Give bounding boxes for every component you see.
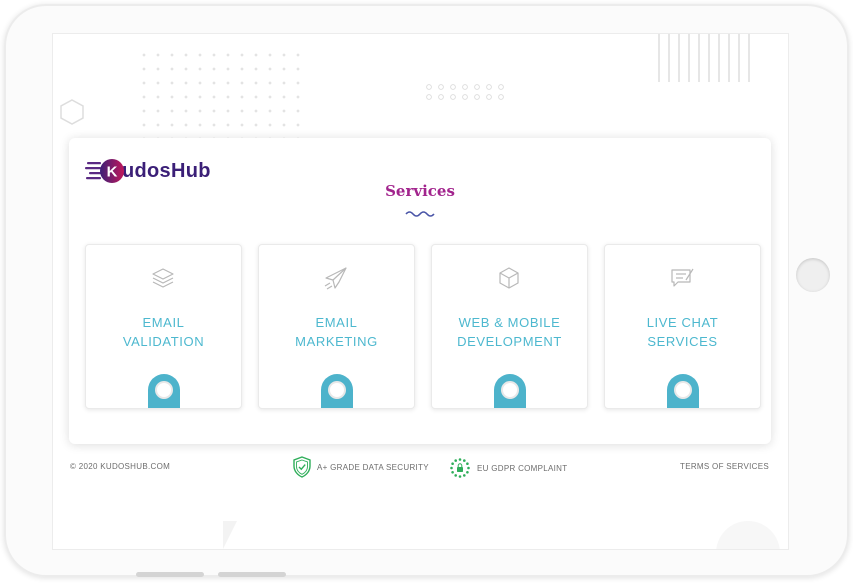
decor-stripes <box>658 34 758 82</box>
service-card-live-chat-services[interactable]: LIVE CHAT SERVICES <box>604 244 761 409</box>
security-badge: A+ GRADE DATA SECURITY <box>293 456 429 478</box>
service-label: WEB & MOBILE DEVELOPMENT <box>457 315 562 349</box>
logo-text: udosHub <box>122 159 211 182</box>
cube-icon <box>499 267 519 289</box>
decor-triangle <box>223 521 237 549</box>
logo-mark: K <box>85 157 125 185</box>
service-card-email-marketing[interactable]: EMAIL MARKETING <box>258 244 415 409</box>
service-label: LIVE CHAT SERVICES <box>646 315 719 349</box>
layers-icon <box>152 268 174 288</box>
speed-lines-icon: K <box>85 159 124 183</box>
screen: K udosHub Services EMAIL VALIDATION EMAI… <box>52 33 789 550</box>
services-list: EMAIL VALIDATION EMAIL MARKETING WEB & M… <box>85 244 761 409</box>
security-text: A+ GRADE DATA SECURITY <box>317 462 429 472</box>
card-toggle-tab[interactable] <box>148 374 180 408</box>
section-title: Services <box>385 182 455 200</box>
service-label: EMAIL MARKETING <box>295 315 378 349</box>
card-toggle-tab[interactable] <box>321 374 353 408</box>
footer: © 2020 KUDOSHUB.COM A+ GRADE DATA SECURI… <box>53 454 788 484</box>
device-button <box>218 572 286 577</box>
card-toggle-tab[interactable] <box>667 374 699 408</box>
home-button <box>796 258 830 292</box>
hexagon-icon <box>60 99 84 125</box>
wave-divider <box>405 211 435 217</box>
decor-circle <box>716 521 780 549</box>
device-button <box>136 572 204 577</box>
card-toggle-tab[interactable] <box>494 374 526 408</box>
eu-stars-lock-icon <box>450 458 470 478</box>
chat-icon <box>671 268 694 287</box>
decor-rings <box>423 82 509 104</box>
terms-link[interactable]: TERMS OF SERVICES <box>680 462 769 471</box>
decor-dots <box>137 48 305 138</box>
copyright-text: © 2020 KUDOSHUB.COM <box>70 462 171 471</box>
service-card-web-mobile-development[interactable]: WEB & MOBILE DEVELOPMENT <box>431 244 588 409</box>
gdpr-badge: EU GDPR COMPLAINT <box>449 457 567 479</box>
gdpr-text: EU GDPR COMPLAINT <box>477 463 568 473</box>
logo-initial: K <box>107 164 118 181</box>
service-card-email-validation[interactable]: EMAIL VALIDATION <box>85 244 242 409</box>
shield-check-icon <box>293 456 311 478</box>
paper-plane-icon <box>324 267 347 290</box>
services-panel: K udosHub Services EMAIL VALIDATION EMAI… <box>69 138 771 444</box>
service-label: EMAIL VALIDATION <box>122 315 205 349</box>
